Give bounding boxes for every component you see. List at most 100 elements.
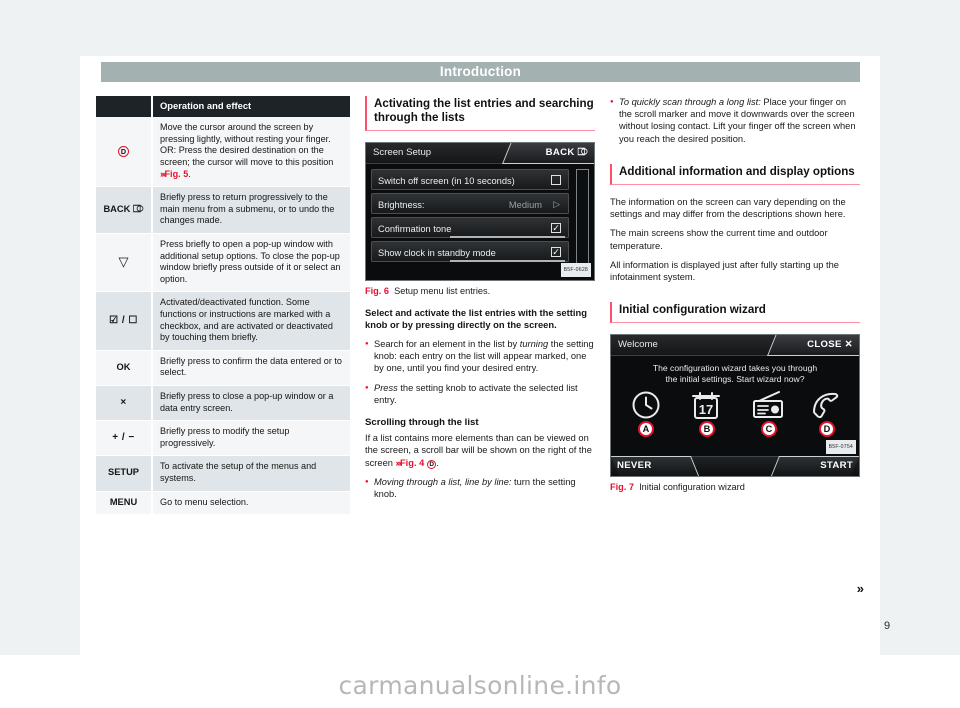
callout-badge-d: D bbox=[819, 421, 835, 438]
operation-effect-table: Operation and effect D Move the cursor a… bbox=[96, 96, 350, 516]
close-x-icon: × bbox=[120, 396, 127, 408]
table-row: OK Briefly press to confirm the data ent… bbox=[96, 350, 350, 386]
screen-close-button[interactable]: CLOSE ✕ bbox=[807, 339, 853, 351]
wizard-calendar-item[interactable]: 17 bbox=[683, 390, 729, 425]
bullet-moving-line-by-line: Moving through a list, line by line: tur… bbox=[365, 476, 595, 500]
phone-icon bbox=[813, 393, 839, 419]
plus-minus-icon: + / − bbox=[112, 431, 135, 443]
infotainment-screen-setup[interactable]: Screen Setup BACK ⎄ Switch off screen (i… bbox=[365, 142, 595, 282]
wizard-never-button[interactable]: NEVER bbox=[617, 460, 652, 472]
wizard-phone-item[interactable] bbox=[803, 390, 849, 423]
cross-ref-link[interactable]: Fig. 5 bbox=[165, 169, 189, 179]
table-cell-text: To activate the setup of the menus and s… bbox=[152, 455, 350, 492]
wizard-clock-item[interactable] bbox=[623, 390, 669, 423]
table-cell-symbol: MENU bbox=[96, 491, 153, 516]
table-cell-text: Briefly press to modify the setup progre… bbox=[152, 420, 350, 457]
figure-6: Screen Setup BACK ⎄ Switch off screen (i… bbox=[365, 142, 595, 297]
figure-caption-text: Setup menu list entries. bbox=[394, 286, 491, 297]
watermark-text: carmanualsonline.info bbox=[338, 671, 622, 700]
screen-list-item-brightness[interactable]: Brightness: Medium ▷ bbox=[371, 193, 569, 215]
screen-title-bar: Welcome CLOSE ✕ bbox=[611, 335, 859, 357]
screen-title: Screen Setup bbox=[373, 147, 432, 159]
triangle-right-icon[interactable]: ▷ bbox=[553, 198, 560, 210]
figure-code: B5F-0754 bbox=[825, 440, 856, 455]
checkbox-empty-icon[interactable] bbox=[551, 175, 561, 186]
figure-caption: Fig. 6 Setup menu list entries. bbox=[365, 285, 595, 297]
checkbox-pair-icon: ☑ / ☐ bbox=[109, 314, 138, 326]
column-left: Operation and effect D Move the cursor a… bbox=[96, 96, 350, 516]
table-cell-text: Briefly press to close a pop-up window o… bbox=[152, 385, 350, 422]
table-header-operation: Operation and effect bbox=[152, 96, 350, 118]
wizard-radio-item[interactable] bbox=[745, 390, 791, 423]
subheading-scrolling: Scrolling through the list bbox=[365, 416, 479, 428]
wizard-start-button[interactable]: START bbox=[820, 460, 853, 472]
screen-list-item-show-clock[interactable]: Show clock in standby mode ✓ bbox=[371, 241, 569, 263]
back-label: BACK bbox=[103, 203, 131, 214]
wizard-bottom-bar: NEVER START bbox=[611, 456, 859, 477]
table-cell-symbol: × bbox=[96, 385, 153, 422]
bullet-press-knob: Press the setting knob to activate the s… bbox=[365, 382, 595, 406]
paragraph-main-screens: The main screens show the current time a… bbox=[610, 228, 828, 251]
section-heading-initial-wizard: Initial configuration wizard bbox=[610, 302, 860, 324]
figure-caption: Fig. 7 Initial configuration wizard bbox=[610, 481, 860, 493]
table-cell-symbol: OK bbox=[96, 350, 153, 386]
table-cell-symbol: ☑ / ☐ bbox=[96, 291, 153, 351]
page-header-title: Introduction bbox=[101, 62, 860, 82]
row-text-tail: . bbox=[188, 168, 191, 179]
list-item-label: Switch off screen (in 10 seconds) bbox=[378, 175, 515, 186]
section-heading-activating-lists: Activating the list entries and searchin… bbox=[365, 96, 595, 132]
callout-badge-c: C bbox=[761, 421, 777, 438]
radio-icon bbox=[753, 391, 783, 419]
callout-badge-b: B bbox=[699, 421, 715, 438]
page-number: 9 bbox=[884, 620, 891, 632]
table-cell-text: Move the cursor around the screen by pre… bbox=[152, 117, 350, 188]
table-row: BACK ⎄ Briefly press to return progressi… bbox=[96, 186, 350, 235]
table-cell-text: Activated/deactivated function. Some fun… bbox=[152, 291, 350, 351]
table-cell-symbol: D bbox=[96, 117, 153, 188]
screen-back-button[interactable]: BACK ⎄ bbox=[546, 147, 588, 159]
checkbox-checked-icon[interactable]: ✓ bbox=[551, 247, 561, 258]
screen-title: Welcome bbox=[618, 339, 658, 351]
page-content: Operation and effect D Move the cursor a… bbox=[80, 96, 880, 616]
table-row: ☑ / ☐ Activated/deactivated function. So… bbox=[96, 291, 350, 351]
screen-list: Switch off screen (in 10 seconds) Bright… bbox=[366, 164, 594, 263]
list-item-label: Brightness: bbox=[378, 199, 425, 210]
infotainment-screen-wizard[interactable]: Welcome CLOSE ✕ The configuration wizard… bbox=[610, 334, 860, 478]
screen-scrollbar[interactable] bbox=[576, 169, 589, 267]
cross-ref-link[interactable]: Fig. 4 bbox=[400, 458, 424, 468]
page-top-strip bbox=[80, 0, 880, 56]
close-x-icon: ✕ bbox=[844, 338, 853, 350]
site-watermark: carmanualsonline.info bbox=[0, 655, 960, 708]
circle-d-icon: D bbox=[118, 145, 129, 157]
page-root: Introduction Operation and effect D Move… bbox=[0, 0, 960, 708]
back-arrow-icon: ⎄ bbox=[132, 203, 144, 215]
figure-caption-text: Initial configuration wizard bbox=[639, 482, 745, 493]
left-margin bbox=[0, 0, 80, 655]
table-cell-text: Press briefly to open a pop-up window wi… bbox=[152, 233, 350, 293]
checkbox-checked-icon[interactable]: ✓ bbox=[551, 223, 561, 234]
table-header-symbol bbox=[96, 96, 153, 118]
column-middle: Activating the list entries and searchin… bbox=[365, 96, 595, 508]
table-row: ▽ Press briefly to open a pop-up window … bbox=[96, 233, 350, 293]
calendar-icon: 17 bbox=[692, 392, 720, 420]
table-row: × Briefly press to close a pop-up window… bbox=[96, 385, 350, 422]
bullet-quick-scan: To quickly scan through a long list: Pla… bbox=[610, 96, 860, 145]
table-row: MENU Go to menu selection. bbox=[96, 491, 350, 516]
column-right: To quickly scan through a long list: Pla… bbox=[610, 96, 864, 595]
page-sheet: Introduction Operation and effect D Move… bbox=[80, 0, 880, 655]
row-highlight-underline bbox=[450, 236, 565, 239]
figure-number: Fig. 6 bbox=[365, 286, 389, 297]
wizard-message-line1: The configuration wizard takes you throu… bbox=[652, 363, 818, 374]
screen-list-item-confirmation-tone[interactable]: Confirmation tone ✓ bbox=[371, 217, 569, 239]
screen-list-item-switch-off[interactable]: Switch off screen (in 10 seconds) bbox=[371, 169, 569, 191]
list-item-label: Confirmation tone bbox=[378, 223, 452, 234]
list-item-label: Show clock in standby mode bbox=[378, 247, 496, 258]
figure-7: Welcome CLOSE ✕ The configuration wizard… bbox=[610, 334, 860, 493]
wizard-icon-row: A 17 B C D bbox=[611, 390, 859, 446]
table-cell-text: Go to menu selection. bbox=[152, 491, 350, 516]
lead-paragraph: Select and activate the list entries wit… bbox=[365, 306, 587, 330]
wizard-message: The configuration wizard takes you throu… bbox=[611, 363, 859, 385]
row-text: Move the cursor around the screen by pre… bbox=[160, 122, 334, 168]
table-cell-symbol: SETUP bbox=[96, 455, 153, 492]
screen-title-bar: Screen Setup BACK ⎄ bbox=[366, 143, 594, 165]
